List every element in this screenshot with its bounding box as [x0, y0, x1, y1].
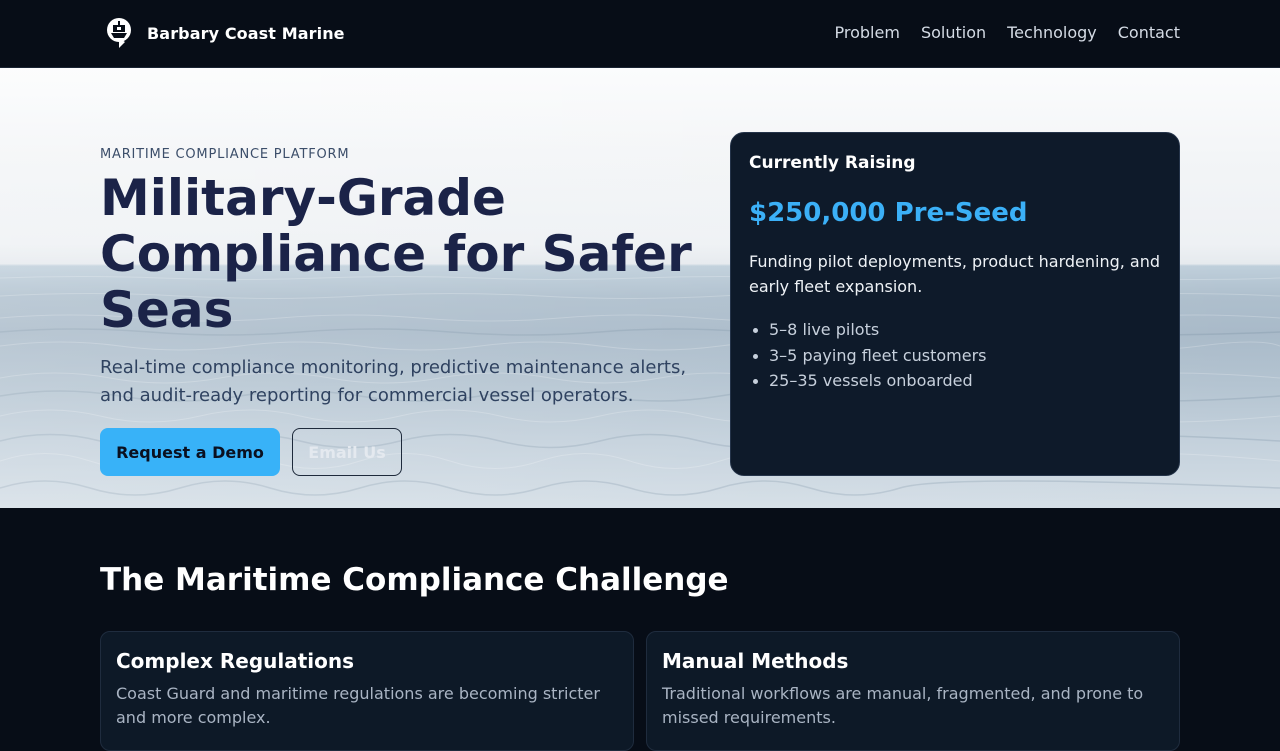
- card-text: Traditional workflows are manual, fragme…: [662, 684, 1144, 727]
- card-text: Coast Guard and maritime regulations are…: [116, 684, 600, 727]
- brand-link[interactable]: Barbary Coast Marine: [105, 17, 345, 49]
- card-title: Complex Regulations: [116, 649, 355, 673]
- nav-links: Problem Solution Technology Contact: [835, 22, 1180, 44]
- list-item: 25–35 vessels onboarded: [749, 368, 1161, 394]
- hero-title: Military-Grade Compliance for Safer Seas: [100, 169, 692, 339]
- challenge-card-regulations: Complex Regulations Coast Guard and mari…: [100, 631, 634, 751]
- request-demo-button[interactable]: Request a Demo: [100, 428, 280, 476]
- hero-section: MARITIME COMPLIANCE PLATFORM Military-Gr…: [0, 68, 1280, 508]
- challenge-section-title: The Maritime Compliance Challenge: [100, 562, 729, 598]
- hero-subtitle: Real-time compliance monitoring, predict…: [100, 357, 687, 406]
- hero-eyebrow: MARITIME COMPLIANCE PLATFORM: [100, 147, 350, 162]
- funding-description: Funding pilot deployments, product harde…: [749, 252, 1161, 296]
- funding-card: Currently Raising $250,000 Pre-Seed Fund…: [730, 132, 1180, 476]
- nav-link-technology[interactable]: Technology: [1007, 22, 1097, 44]
- funding-amount: $250,000 Pre-Seed: [749, 198, 1028, 228]
- challenge-card-manual-methods: Manual Methods Traditional workflows are…: [646, 631, 1180, 751]
- nav-link-problem[interactable]: Problem: [835, 22, 900, 44]
- nav-link-solution[interactable]: Solution: [921, 22, 986, 44]
- list-item: 3–5 paying fleet customers: [749, 343, 1161, 369]
- card-title: Manual Methods: [662, 649, 849, 673]
- nav-link-contact[interactable]: Contact: [1118, 22, 1180, 44]
- funding-milestones-list: 5–8 live pilots 3–5 paying fleet custome…: [749, 317, 1161, 394]
- email-us-button[interactable]: Email Us: [292, 428, 402, 476]
- funding-card-heading: Currently Raising: [749, 153, 916, 173]
- brand-name: Barbary Coast Marine: [147, 23, 345, 43]
- list-item: 5–8 live pilots: [749, 317, 1161, 343]
- ship-logo-icon: [107, 18, 131, 48]
- top-nav: Barbary Coast Marine Problem Solution Te…: [0, 0, 1280, 68]
